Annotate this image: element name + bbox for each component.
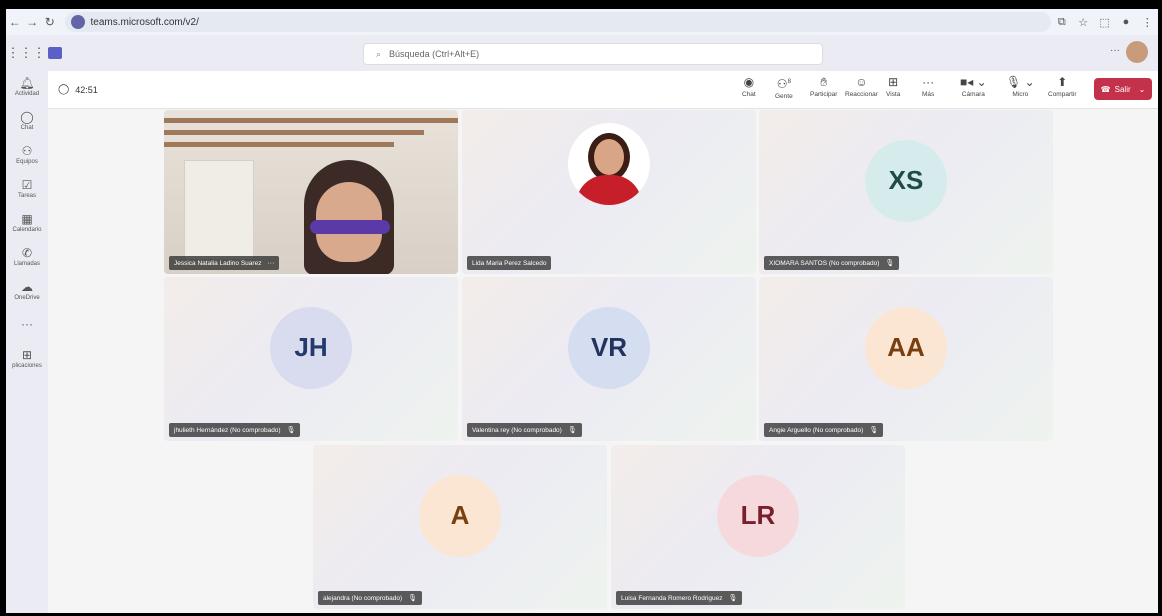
- people-icon: ⚇8: [776, 77, 791, 91]
- app-rail: 🔔︎ Actividad ◯ Chat ⚇ Equipos ☑ Tareas ▦ Cale…: [6, 71, 48, 613]
- participant-tile[interactable]: A alejandra (No comprobado) 🎙︎: [313, 445, 607, 609]
- mic-muted-icon: 🎙︎: [885, 260, 895, 267]
- search-placeholder: Búsqueda (Ctrl+Alt+E): [389, 49, 480, 59]
- participant-name-tag: Luisa Fernanda Romero Rodriguez 🎙︎: [616, 591, 743, 605]
- address-bar[interactable]: teams.microsoft.com/v2/: [64, 12, 1052, 32]
- more-button[interactable]: ··· Más: [922, 75, 934, 98]
- mic-button[interactable]: 🎙︎ ⌄ Micro: [1006, 75, 1035, 98]
- share-button[interactable]: ⬆ Compartir: [1048, 75, 1077, 98]
- participant-tile[interactable]: VR Valentina rey (No comprobado) 🎙︎: [462, 277, 756, 441]
- browser-toolbar: ← → ↻ teams.microsoft.com/v2/ ⧉ ☆ ⬚ ● ⋮: [6, 9, 1158, 35]
- rail-item-onedrive[interactable]: ☁ OneDrive: [6, 275, 48, 307]
- react-button[interactable]: ☺ Reaccionar: [845, 75, 878, 98]
- reload-icon[interactable]: ↻: [41, 15, 59, 29]
- avatar: A: [419, 474, 501, 557]
- teams-icon: ⚇: [21, 144, 33, 158]
- chat-button[interactable]: ◉ Chat: [742, 75, 756, 98]
- mic-muted-icon: 🎙︎: [286, 427, 296, 434]
- apps-add-icon: ⊞: [21, 348, 33, 362]
- shield-icon: ◯: [58, 84, 70, 95]
- participant-tile[interactable]: Jessica Natalia Ladino Suarez ···: [164, 110, 458, 274]
- tasks-icon: ☑: [21, 178, 33, 192]
- avatar: VR: [568, 306, 650, 389]
- cast-icon[interactable]: ⧉: [1051, 16, 1072, 29]
- hand-icon: ✋︎: [820, 75, 828, 89]
- chat-icon: ◉: [743, 75, 755, 89]
- video-stage: Jessica Natalia Ladino Suarez ··· Lida M…: [48, 109, 1158, 613]
- rail-item-apps[interactable]: ⊞ plicaciones: [6, 343, 48, 375]
- grid-view-icon: ⊞: [888, 75, 899, 89]
- participant-tile[interactable]: Lida Maria Perez Salcedo: [462, 110, 756, 274]
- chevron-down-icon: ⌄: [1138, 84, 1146, 94]
- search-icon: ⌕: [376, 48, 382, 59]
- participant-tile[interactable]: LR Luisa Fernanda Romero Rodriguez 🎙︎: [611, 445, 905, 609]
- ellipsis-icon: ···: [922, 75, 935, 89]
- teams-header: ⋮⋮⋮ ⌕ Búsqueda (Ctrl+Alt+E) ···: [6, 35, 1158, 71]
- participant-tile[interactable]: AA Angie Arguello (No comprobado) 🎙︎: [759, 277, 1053, 441]
- share-icon: ⬆: [1057, 75, 1068, 89]
- rail-item-activity[interactable]: 🔔︎ Actividad: [6, 71, 48, 103]
- camera-button[interactable]: ■◂ ⌄ Cámara: [960, 75, 987, 98]
- bell-icon: 🔔︎: [19, 76, 35, 90]
- participant-name-tag: jhulieth Hernández (No comprobado) 🎙︎: [169, 423, 301, 437]
- microphone-icon: 🎙︎ ⌄: [1006, 75, 1035, 89]
- screen: ← → ↻ teams.microsoft.com/v2/ ⧉ ☆ ⬚ ● ⋮ …: [6, 9, 1158, 613]
- raise-hand-button[interactable]: ✋︎ Participar: [810, 75, 837, 98]
- rail-item-more[interactable]: ···: [6, 309, 48, 341]
- participant-name-tag: Jessica Natalia Ladino Suarez ···: [169, 256, 280, 270]
- more-options-icon[interactable]: ···: [267, 260, 274, 267]
- cloud-icon: ☁: [21, 280, 33, 294]
- participant-photo: [568, 123, 650, 206]
- meeting-toolbar: ◯ 42:51 ◉ Chat ⚇8 Gente ✋︎ Participar ☺ Reac…: [48, 71, 1158, 109]
- more-options-icon[interactable]: ···: [1110, 45, 1120, 56]
- rail-item-teams[interactable]: ⚇ Equipos: [6, 139, 48, 171]
- mic-muted-icon: 🎙︎: [408, 595, 418, 602]
- avatar: JH: [270, 306, 352, 389]
- smile-icon: ☺: [855, 75, 868, 89]
- mic-muted-icon: 🎙︎: [869, 427, 879, 434]
- bookmark-star-icon[interactable]: ☆: [1072, 16, 1093, 29]
- people-button[interactable]: ⚇8 Gente: [775, 75, 793, 100]
- participant-name-tag: XIOMARA SANTOS (No comprobado) 🎙︎: [764, 256, 900, 270]
- search-input[interactable]: ⌕ Búsqueda (Ctrl+Alt+E): [363, 43, 823, 65]
- back-icon[interactable]: ←: [6, 15, 24, 29]
- extensions-icon[interactable]: ⬚: [1094, 16, 1115, 29]
- participant-name-tag: alejandra (No comprobado) 🎙︎: [318, 591, 423, 605]
- rail-item-chat[interactable]: ◯ Chat: [6, 105, 48, 137]
- meeting-timer: ◯ 42:51: [58, 84, 98, 95]
- mic-muted-icon: 🎙︎: [567, 427, 577, 434]
- avatar: AA: [865, 306, 947, 389]
- participant-name-tag: Valentina rey (No comprobado) 🎙︎: [467, 423, 582, 437]
- rail-item-calendar[interactable]: ▦ Calendario: [6, 207, 48, 239]
- app-launcher-icon[interactable]: ⋮⋮⋮: [6, 45, 46, 61]
- browser-menu-icon[interactable]: ⋮: [1137, 16, 1158, 29]
- rail-item-calls[interactable]: ✆ Llamadas: [6, 241, 48, 273]
- mic-muted-icon: 🎙︎: [728, 595, 738, 602]
- more-icon: ···: [21, 317, 33, 331]
- participant-name-tag: Lida Maria Perez Salcedo: [467, 256, 552, 270]
- rail-item-tasks[interactable]: ☑ Tareas: [6, 173, 48, 205]
- avatar: XS: [865, 139, 947, 222]
- video-feed: [164, 110, 458, 274]
- phone-icon: ✆: [21, 246, 33, 260]
- view-button[interactable]: ⊞ Vista: [886, 75, 900, 98]
- url-text: teams.microsoft.com/v2/: [90, 16, 199, 28]
- participant-tile[interactable]: JH jhulieth Hernández (No comprobado) 🎙︎: [164, 277, 458, 441]
- site-icon: [70, 15, 85, 29]
- avatar: LR: [717, 474, 799, 557]
- participant-tile[interactable]: XS XIOMARA SANTOS (No comprobado) 🎙︎: [759, 110, 1053, 274]
- calendar-icon: ▦: [21, 212, 33, 226]
- participant-name-tag: Angie Arguello (No comprobado) 🎙︎: [764, 423, 884, 437]
- forward-icon[interactable]: →: [24, 15, 42, 29]
- chat-icon: ◯: [20, 110, 34, 124]
- leave-button[interactable]: ☎ Salir ⌄: [1094, 78, 1152, 100]
- avatar[interactable]: [1126, 41, 1148, 63]
- teams-logo-icon: [48, 47, 62, 59]
- camera-icon: ■◂ ⌄: [960, 75, 987, 89]
- browser-profile-icon[interactable]: ●: [1115, 16, 1136, 28]
- hangup-icon: ☎: [1100, 84, 1111, 94]
